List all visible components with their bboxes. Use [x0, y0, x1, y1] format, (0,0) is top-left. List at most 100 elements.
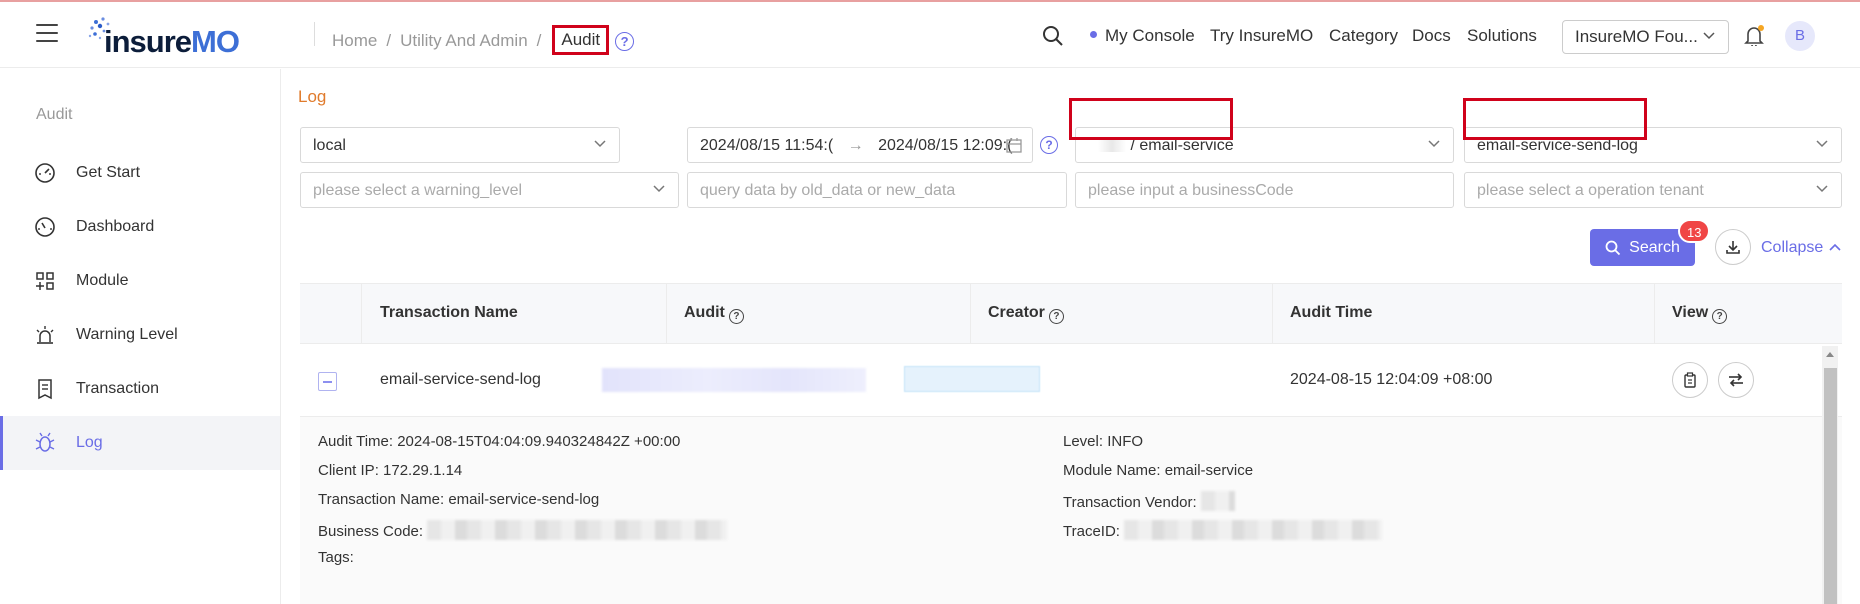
scroll-up-icon[interactable] — [1826, 352, 1834, 357]
sidebar-item-log[interactable]: Log — [0, 416, 280, 470]
nav-category[interactable]: Category — [1329, 26, 1398, 46]
bell-icon[interactable] — [1742, 24, 1764, 46]
module-icon — [36, 272, 54, 290]
breadcrumb-audit: Audit — [552, 25, 610, 55]
business-code-placeholder: please input a businessCode — [1088, 182, 1294, 199]
sidebar: Audit Get Start Dashboard Module Warning… — [0, 69, 281, 604]
redacted-creator-value — [904, 366, 1040, 392]
copy-button[interactable] — [1672, 362, 1708, 398]
query-data-input[interactable]: query data by old_data or new_data — [687, 172, 1067, 208]
search-count-badge: 13 — [1678, 219, 1711, 243]
download-button[interactable] — [1715, 229, 1751, 265]
col-creator-label: Creator — [988, 304, 1045, 321]
page-title: Log — [298, 87, 327, 106]
detail-transaction-vendor: Transaction Vendor: — [1063, 491, 1235, 511]
chevron-down-icon — [1816, 185, 1828, 193]
detail-business-code-label: Business Code: — [318, 523, 424, 540]
insuremo-logo[interactable]: insureMO — [86, 14, 256, 59]
collapse-label: Collapse — [1761, 239, 1824, 256]
sidebar-item-get-start[interactable]: Get Start — [0, 146, 280, 200]
gauge-icon — [35, 163, 55, 183]
environment-select[interactable]: local — [300, 127, 620, 163]
nav-try-insuremo[interactable]: Try InsureMO — [1210, 26, 1313, 46]
breadcrumb: Home / Utility And Admin / Audit ? — [332, 25, 635, 56]
chevron-down-icon — [594, 140, 606, 148]
detail-trace-id-label: TraceID: — [1063, 523, 1120, 540]
sidebar-title: Audit — [36, 106, 73, 123]
detail-module-name: Module Name: email-service — [1063, 462, 1254, 479]
table-row[interactable]: email-service-send-log 2024-08-15 12:04:… — [300, 344, 1842, 417]
collapse-row-icon[interactable] — [318, 372, 337, 391]
sidebar-item-transaction[interactable]: Transaction — [0, 362, 280, 416]
detail-client-ip: Client IP: 172.29.1.14 — [318, 462, 463, 479]
help-icon[interactable]: ? — [1048, 309, 1064, 324]
avatar[interactable]: B — [1785, 21, 1815, 51]
logo-text-mo: MO — [191, 24, 240, 59]
sidebar-item-label: Module — [76, 272, 129, 289]
chevron-down-icon — [1703, 32, 1715, 40]
redacted-trace-id — [1124, 520, 1383, 540]
help-icon[interactable]: ? — [728, 309, 744, 324]
sidebar-item-label: Warning Level — [76, 326, 178, 343]
chevron-up-icon — [1829, 243, 1841, 251]
chevron-down-icon — [1428, 140, 1440, 148]
search-button-label: Search — [1629, 238, 1680, 256]
download-icon — [1726, 241, 1740, 254]
help-icon[interactable]: ? — [1712, 309, 1728, 324]
arrow-right-icon: → — [847, 137, 864, 154]
calendar-icon — [1006, 138, 1022, 153]
query-data-placeholder: query data by old_data or new_data — [700, 182, 956, 199]
help-icon[interactable]: ? — [615, 31, 635, 51]
table-header: Transaction Name Audit? Creator? Audit T… — [300, 283, 1842, 344]
warning-level-select[interactable]: please select a warning_level — [300, 172, 679, 208]
row-detail-panel: Audit Time: 2024-08-15T04:04:09.94032484… — [300, 417, 1842, 604]
nav-my-console[interactable]: My Console — [1090, 26, 1195, 46]
detail-audit-time: Audit Time: 2024-08-15T04:04:09.94032484… — [318, 433, 681, 450]
detail-business-code: Business Code: — [318, 520, 728, 540]
operation-tenant-select[interactable]: please select a operation tenant — [1464, 172, 1842, 208]
sidebar-item-dashboard[interactable]: Dashboard — [0, 200, 280, 254]
detail-trace-id: TraceID: — [1063, 520, 1383, 540]
search-icon — [1605, 240, 1621, 255]
top-header: insureMO Home / Utility And Admin / Audi… — [0, 2, 1860, 68]
operation-tenant-placeholder: please select a operation tenant — [1477, 182, 1704, 199]
alarm-icon — [36, 326, 54, 344]
sidebar-item-module[interactable]: Module — [0, 254, 280, 308]
highlight-module — [1069, 98, 1233, 140]
col-transaction-name: Transaction Name — [380, 304, 518, 321]
business-code-input[interactable]: please input a businessCode — [1075, 172, 1454, 208]
redacted-business-code — [427, 520, 728, 540]
logo-text-insure: insure — [104, 24, 192, 59]
col-creator: Creator? — [988, 304, 1064, 324]
nav-solutions[interactable]: Solutions — [1467, 26, 1537, 46]
highlight-transaction — [1463, 98, 1647, 140]
nav-docs[interactable]: Docs — [1412, 26, 1451, 46]
compare-icon — [1729, 373, 1743, 387]
date-end[interactable]: 2024/08/15 12:09:( — [878, 137, 1012, 154]
sidebar-item-warning-level[interactable]: Warning Level — [0, 308, 280, 362]
cell-audit-time: 2024-08-15 12:04:09 +08:00 — [1290, 371, 1493, 388]
detail-transaction-name: Transaction Name: email-service-send-log — [318, 491, 600, 508]
search-icon[interactable] — [1042, 25, 1064, 47]
date-help-icon[interactable]: ? — [1040, 136, 1058, 154]
compare-button[interactable] — [1718, 362, 1754, 398]
date-range-picker[interactable]: 2024/08/15 11:54:( → 2024/08/15 12:09:( — [687, 127, 1033, 163]
tenant-select[interactable]: InsureMO Fou... — [1562, 20, 1729, 54]
date-start[interactable]: 2024/08/15 11:54:( — [700, 137, 833, 154]
breadcrumb-utility-admin[interactable]: Utility And Admin — [400, 31, 528, 51]
redacted-prefix — [1098, 138, 1126, 152]
sidebar-item-label: Transaction — [76, 380, 159, 397]
chevron-down-icon — [1816, 140, 1828, 148]
collapse-button[interactable]: Collapse — [1761, 239, 1842, 257]
scrollbar-thumb[interactable] — [1824, 368, 1837, 604]
menu-icon[interactable] — [36, 24, 58, 42]
detail-tags: Tags: — [318, 549, 354, 566]
cell-transaction-name: email-service-send-log — [380, 371, 541, 388]
bug-icon — [35, 432, 55, 452]
sidebar-item-label: Dashboard — [76, 218, 155, 235]
clipboard-icon — [1684, 372, 1696, 388]
col-audit-time: Audit Time — [1290, 304, 1373, 321]
col-view-label: View — [1672, 304, 1709, 321]
redacted-audit-value — [602, 368, 866, 392]
breadcrumb-home[interactable]: Home — [332, 31, 377, 51]
